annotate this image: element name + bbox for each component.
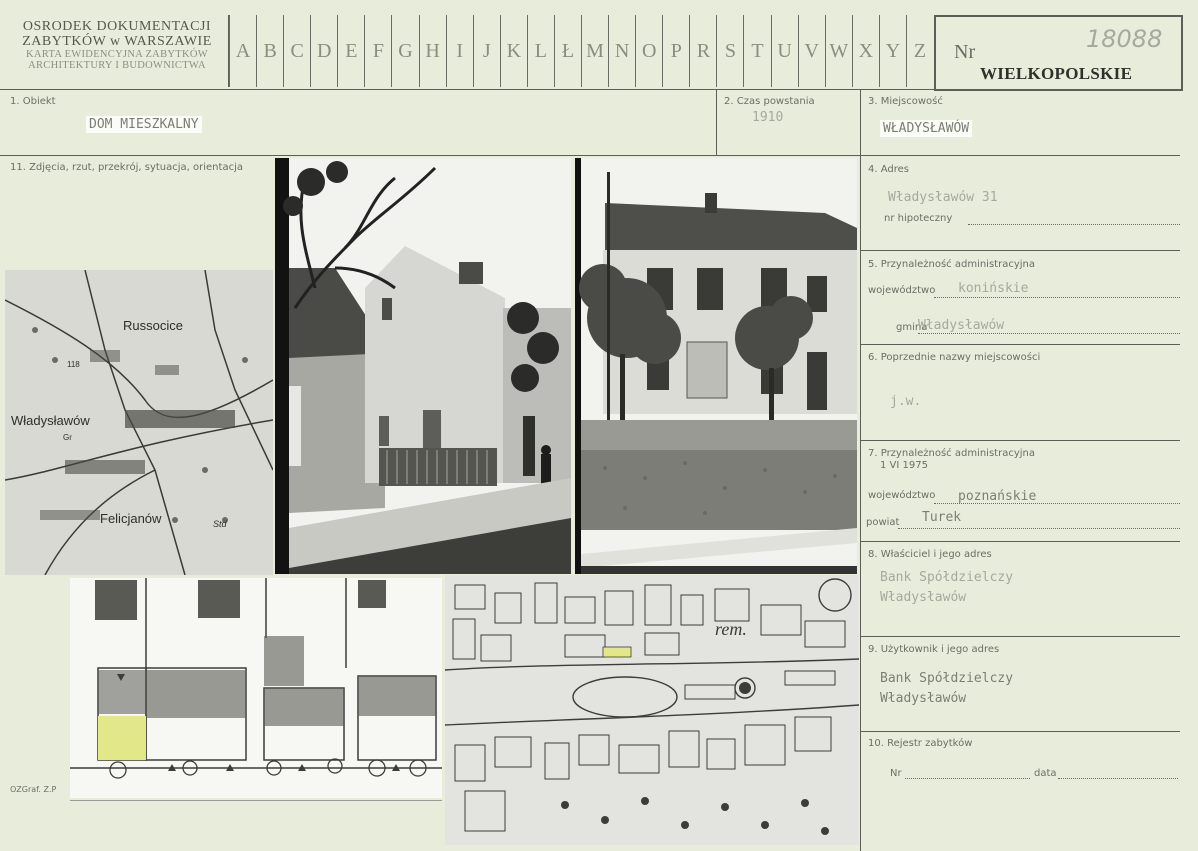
rejestr-label: 10. Rejestr zabytków [868, 738, 973, 749]
miejscowosc-value: WŁADYSŁAWÓW [880, 120, 973, 137]
przynaleznosc-label: 5. Przynależność administracyjna [868, 259, 1035, 270]
wojewodztwo-label: województwo [868, 285, 936, 296]
index-letter: R [689, 15, 716, 87]
poprzednie-label: 6. Poprzednie nazwy miejscowości [868, 352, 1041, 363]
index-letter: A [229, 15, 256, 87]
index-letter: E [337, 15, 364, 87]
rejestr-nr-label: Nr [890, 768, 902, 779]
index-letter: H [418, 15, 446, 87]
record-card: OSRODEK DOKUMENTACJI ZABYTKÓW w WARSZAWI… [0, 0, 1198, 851]
index-letter: T [743, 15, 770, 87]
wojewodztwo-value: konińskie [958, 281, 1029, 296]
miejscowosc-label: 3. Miejscowość [868, 96, 943, 107]
index-letter: M [581, 15, 608, 87]
index-letter: I [445, 15, 473, 87]
wlasciciel-line1: Bank Spółdzielczy [880, 570, 1014, 585]
map-label-118: 118 [67, 360, 80, 369]
wlasciciel-line2: Władysławów [880, 590, 967, 605]
adres-label: 4. Adres [868, 164, 909, 175]
index-letter: L [526, 15, 554, 87]
org-line-1: OSRODEK DOKUMENTACJI [22, 19, 212, 34]
przynaleznosc2-date: 1 VI 1975 [880, 460, 928, 471]
alphabet-index: ABCDEFGHIJKLŁMNOPRSTUVWXYZ [229, 15, 933, 87]
street-view-photo [275, 158, 571, 574]
gmina-value: Władysławów [918, 318, 1005, 333]
record-number: 18088 [1086, 25, 1163, 53]
wojewodztwo2-label: województwo [868, 490, 936, 501]
index-letter: U [770, 15, 798, 87]
facade-photo [575, 158, 857, 574]
org-line-3: KARTA EWIDENCYJNA ZABYTKÓW [26, 49, 208, 61]
cadastral-map-photo: rem. [445, 575, 859, 845]
index-letter: W [824, 15, 852, 87]
index-letter: C [283, 15, 310, 87]
powiat-value: Turek [922, 510, 962, 525]
uzytkownik-line1: Bank Spółdzielczy [880, 671, 1014, 686]
map-label-wladyslawow: Władysławów [11, 413, 90, 428]
index-letter: D [310, 15, 337, 87]
map-label-gr: Gr [63, 433, 72, 442]
nr-hipoteczny-label: nr hipoteczny [884, 213, 953, 224]
site-plan-drawing [70, 578, 442, 798]
poprzednie-value: j.w. [890, 394, 922, 409]
cadastral-label-rem: rem. [715, 619, 747, 639]
wlasciciel-label: 8. Właściciel i jego adres [868, 549, 992, 560]
index-letter: B [256, 15, 283, 87]
zdjecia-label: 11. Zdjęcia, rzut, przekrój, sytuacja, o… [10, 162, 243, 173]
map-label-russocice: Russocice [123, 318, 183, 333]
czas-value: 1910 [752, 110, 784, 125]
czas-label: 2. Czas powstania [724, 96, 815, 107]
rejestr-data-label: data [1034, 768, 1057, 779]
index-letter: Ł [553, 15, 581, 87]
region-name: WIELKOPOLSKIE [980, 64, 1133, 83]
record-number-box: Nr 18088 WIELKOPOLSKIE [934, 15, 1183, 91]
index-letter: P [662, 15, 689, 87]
location-map-photo: Russocice Władysławów Felicjanów 118 Gr … [5, 270, 273, 575]
map-label-std: Std [213, 519, 228, 529]
obiekt-label: 1. Obiekt [10, 96, 56, 107]
index-letter: V [797, 15, 825, 87]
index-letter: O [635, 15, 662, 87]
index-letter: G [391, 15, 418, 87]
org-line-2: ZABYTKÓW w WARSZAWIE [22, 33, 212, 49]
index-letter: J [472, 15, 500, 87]
nr-label: Nr [954, 41, 976, 63]
powiat-label: powiat [866, 517, 900, 528]
organization-block: OSRODEK DOKUMENTACJI ZABYTKÓW w WARSZAWI… [6, 19, 228, 72]
index-letter: X [851, 15, 879, 87]
wojewodztwo2-value: poznańskie [958, 489, 1037, 504]
uzytkownik-line2: Władysławów [880, 691, 967, 706]
index-letter: Y [878, 15, 906, 87]
org-line-4: ARCHITEKTURY I BUDOWNICTWA [28, 60, 206, 72]
przynaleznosc2-label: 7. Przynależność administracyjna [868, 448, 1035, 459]
footer-code: OZGraf. Z.P [10, 785, 57, 794]
index-letter: F [364, 15, 391, 87]
map-label-felicjanow: Felicjanów [100, 511, 162, 526]
adres-value: Władysławów 31 [888, 190, 998, 205]
index-letter: Z [905, 15, 933, 87]
uzytkownik-label: 9. Użytkownik i jego adres [868, 644, 1000, 655]
index-letter: N [608, 15, 635, 87]
index-letter: S [716, 15, 743, 87]
obiekt-value: DOM MIESZKALNY [86, 116, 202, 133]
index-letter: K [499, 15, 527, 87]
